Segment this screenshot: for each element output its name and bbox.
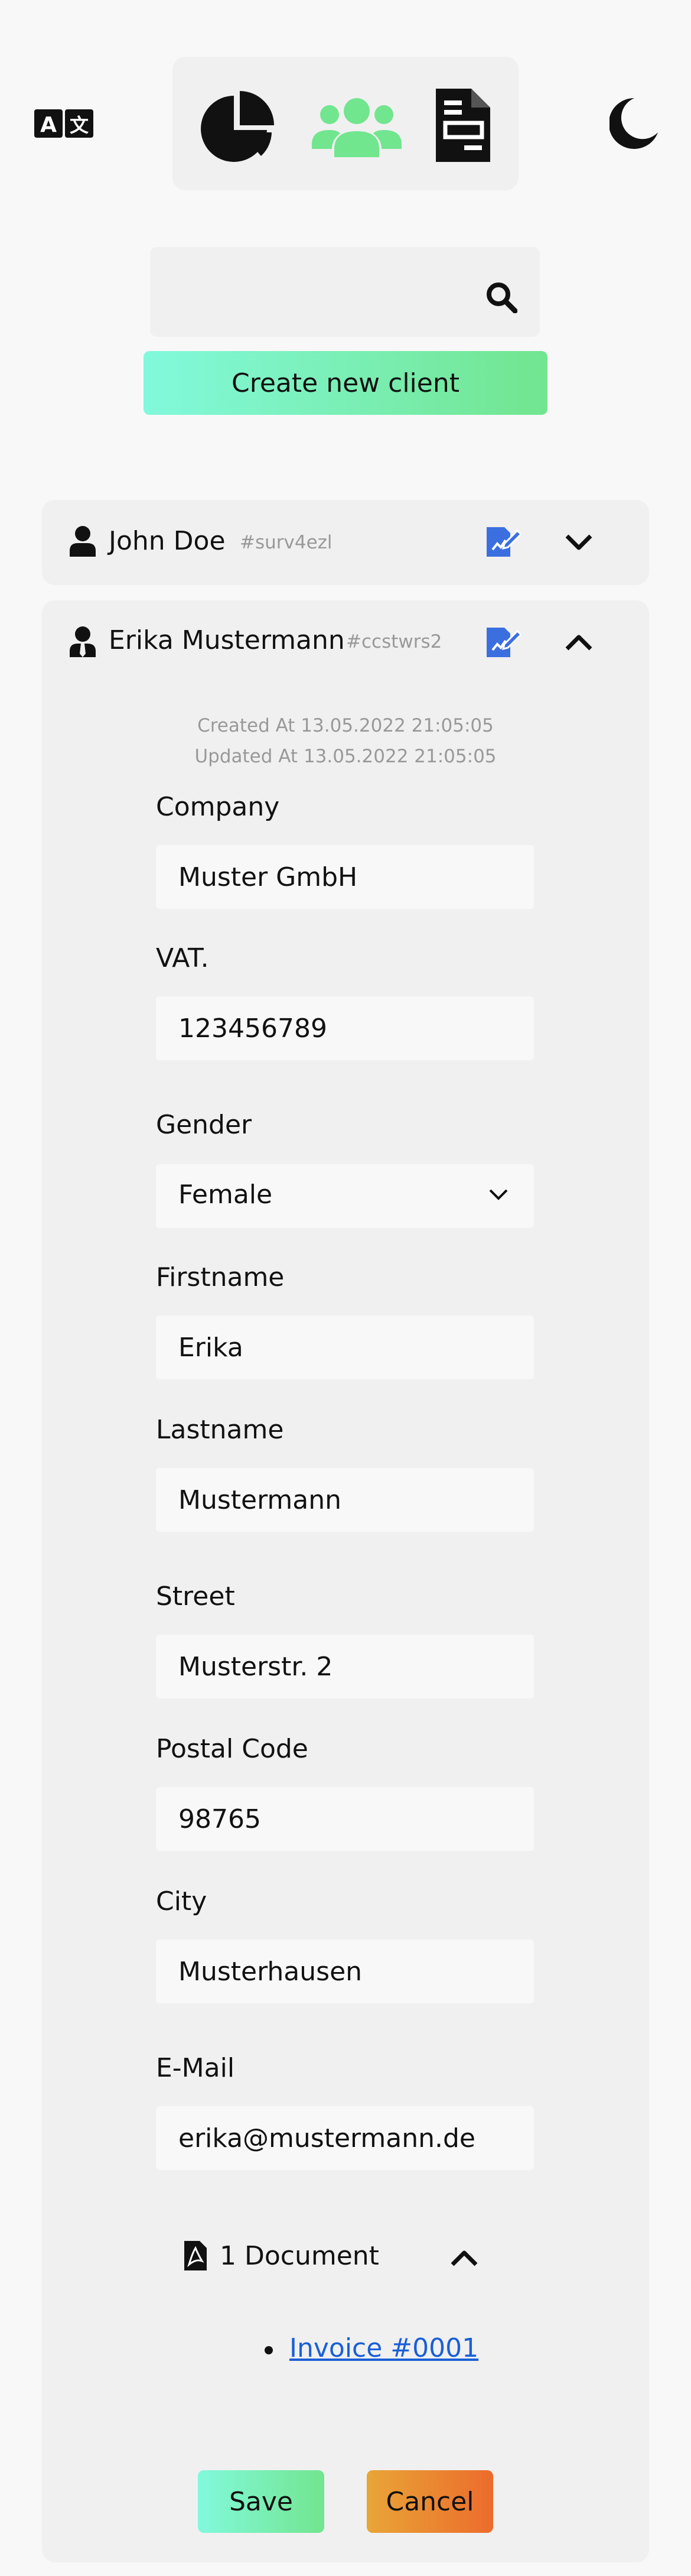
gender-selected-value: Female	[178, 1180, 273, 1210]
chevron-up-icon[interactable]	[565, 634, 593, 651]
search-box	[150, 247, 540, 337]
save-button[interactable]: Save	[198, 2470, 324, 2533]
search-icon[interactable]	[485, 281, 518, 314]
edit-icon[interactable]	[487, 626, 523, 658]
company-label: Company	[156, 792, 280, 822]
person-icon	[70, 526, 96, 557]
translate-icon[interactable]: A 文	[34, 108, 93, 139]
search-input[interactable]	[150, 247, 481, 337]
list-bullet	[265, 2346, 273, 2354]
chevron-down-icon[interactable]	[565, 534, 593, 551]
updated-at: Updated At 13.05.2022 21:05:05	[194, 746, 497, 767]
email-field[interactable]	[156, 2106, 534, 2170]
moon-icon[interactable]	[608, 98, 658, 149]
firstname-field[interactable]	[156, 1315, 534, 1379]
documents-toggle[interactable]: 1 Document	[220, 2241, 379, 2271]
svg-text:A: A	[40, 113, 57, 137]
person-tie-icon	[70, 626, 96, 657]
street-label: Street	[156, 1581, 235, 1612]
create-client-button[interactable]: Create new client	[144, 351, 547, 415]
users-icon[interactable]	[312, 95, 402, 160]
edit-icon[interactable]	[487, 526, 523, 558]
email-label: E-Mail	[156, 2053, 235, 2083]
city-field[interactable]	[156, 1940, 534, 2003]
pie-chart-icon[interactable]	[200, 91, 276, 167]
client-name[interactable]: Erika Mustermann	[109, 625, 345, 655]
document-icon[interactable]	[436, 89, 490, 164]
svg-text:文: 文	[70, 114, 89, 137]
cancel-button[interactable]: Cancel	[367, 2470, 493, 2533]
city-label: City	[156, 1886, 207, 1916]
firstname-label: Firstname	[156, 1262, 285, 1292]
chevron-down-icon	[489, 1189, 508, 1200]
document-link[interactable]: Invoice #0001	[289, 2333, 478, 2363]
chevron-up-icon[interactable]	[450, 2249, 478, 2267]
gender-select[interactable]: Female	[156, 1164, 534, 1228]
street-field[interactable]	[156, 1635, 534, 1698]
vat-label: VAT.	[156, 943, 209, 973]
gender-label: Gender	[156, 1110, 252, 1140]
created-at: Created At 13.05.2022 21:05:05	[197, 715, 494, 736]
pdf-icon	[184, 2241, 207, 2273]
vat-field[interactable]	[156, 996, 534, 1060]
main-nav	[172, 57, 519, 190]
client-id: #ccstwrs2	[346, 631, 442, 652]
postal-code-field[interactable]	[156, 1787, 534, 1851]
lastname-label: Lastname	[156, 1415, 284, 1445]
client-id: #surv4ezl	[240, 532, 333, 553]
company-field[interactable]	[156, 845, 534, 909]
client-name[interactable]: John Doe	[109, 526, 226, 556]
lastname-field[interactable]	[156, 1468, 534, 1532]
postal-code-label: Postal Code	[156, 1734, 308, 1764]
